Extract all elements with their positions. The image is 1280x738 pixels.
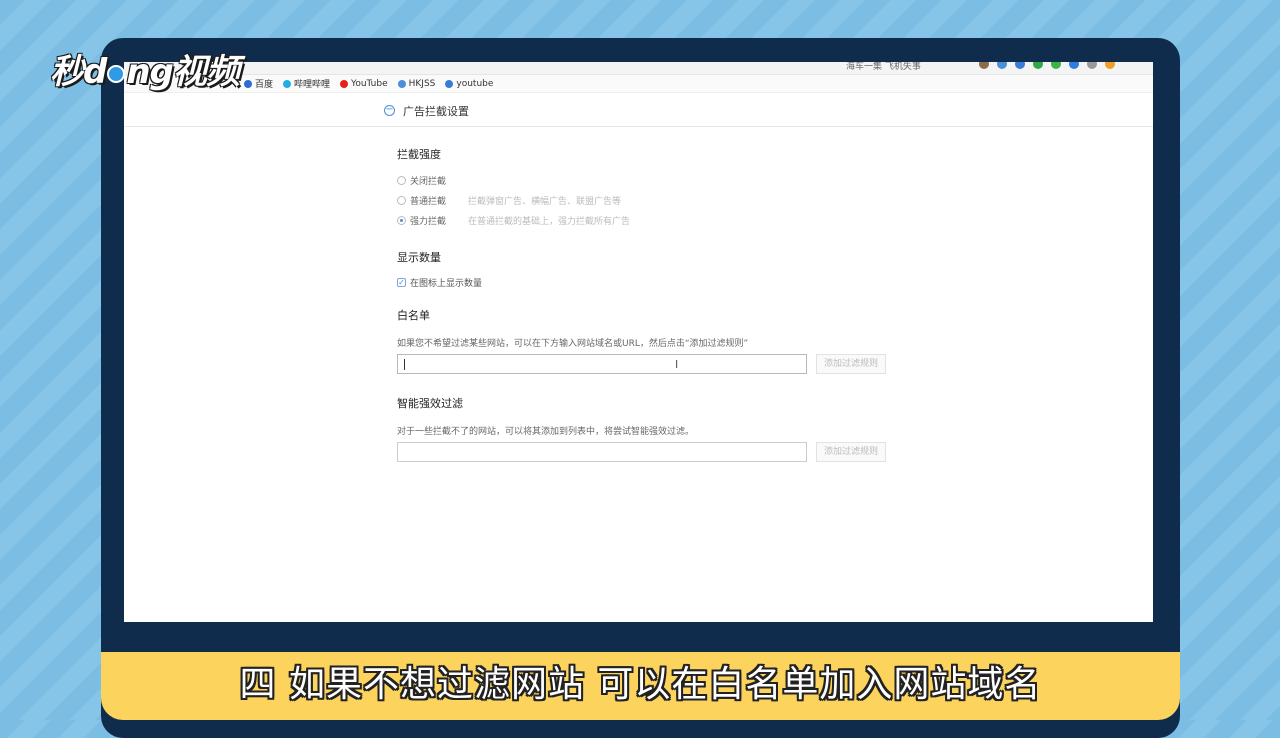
bookmark-label: 哔哩哔哩 [294, 80, 331, 90]
option-label: 普通拦截 [410, 197, 447, 207]
show-count-option[interactable]: ✓ 在图标上显示数量 [397, 276, 482, 289]
extension-icon[interactable] [1051, 62, 1061, 69]
option-desc: 在普通拦截的基础上，强力拦截所有广告 [468, 217, 631, 227]
bookmark-label: YouTube [351, 78, 388, 89]
whitelist-input[interactable] [397, 354, 807, 374]
bookmark-item[interactable]: YouTube [340, 79, 388, 89]
menu-icon[interactable] [1087, 62, 1097, 69]
strength-heading: 拦截强度 [397, 148, 441, 161]
bookmarks-bar: 百度 哔哩哔哩 YouTube HKJSS youtube [124, 75, 1153, 93]
checkbox-checked[interactable]: ✓ [397, 278, 406, 287]
smart-filter-help: 对于一些拦截不了的网站，可以将其添加到列表中，将尝试智能强效过滤。 [397, 427, 695, 437]
count-heading: 显示数量 [397, 251, 441, 264]
pin-icon [397, 79, 406, 88]
collapse-icon[interactable]: − [384, 105, 395, 116]
youtube-icon [340, 79, 349, 88]
radio-button[interactable] [397, 176, 406, 185]
smart-filter-input[interactable] [397, 442, 807, 462]
radio-button[interactable] [397, 196, 406, 205]
bookmark-label: 百度 [255, 80, 274, 90]
bookmark-label: HKJSS [408, 78, 436, 89]
search-hint[interactable]: 海车一集 飞机失事 [846, 62, 921, 72]
smart-filter-heading: 智能强效过滤 [397, 397, 463, 410]
bookmark-label: youtube [456, 78, 494, 89]
bookmark-item[interactable]: 哔哩哔哩 [283, 77, 330, 90]
strength-option-strong[interactable]: 强力拦截 在普通拦截的基础上，强力拦截所有广告 [397, 214, 630, 227]
extension-icon[interactable] [997, 62, 1007, 69]
extension-icon[interactable] [1033, 62, 1043, 69]
smart-filter-add-button[interactable]: 添加过滤规则 [816, 442, 886, 462]
play-icon [107, 64, 126, 83]
globe-icon [445, 79, 454, 88]
subtitle-text: 四 如果不想过滤网站 可以在白名单加入网站域名 [239, 664, 1042, 705]
whitelist-help: 如果您不希望过滤某些网站，可以在下方输入网站域名或URL，然后点击“添加过滤规则… [397, 339, 749, 349]
strength-option-off[interactable]: 关闭拦截 [397, 174, 468, 187]
option-label: 关闭拦截 [410, 177, 447, 187]
extension-icons [979, 62, 1115, 69]
settings-header: − 广告拦截设置 [124, 94, 1153, 127]
browser-screen: 海车一集 飞机失事 百度 哔哩哔哩 YouTube HKJSS youtube … [124, 62, 1153, 622]
subtitle-bar: 四 如果不想过滤网站 可以在白名单加入网站域名 [101, 652, 1180, 720]
whitelist-add-button[interactable]: 添加过滤规则 [816, 354, 886, 374]
notification-icon[interactable] [1105, 62, 1115, 69]
page-title: 广告拦截设置 [403, 105, 469, 118]
text-caret [404, 359, 405, 370]
brand-logo: 秒d ng视频 [50, 52, 240, 92]
bookmark-item[interactable]: youtube [445, 79, 493, 89]
avatar-icon[interactable] [979, 62, 989, 69]
bookmark-item[interactable]: 百度 [244, 77, 273, 90]
checkbox-label: 在图标上显示数量 [410, 279, 483, 289]
mouse-cursor-icon: I [675, 358, 679, 371]
whitelist-heading: 白名单 [397, 309, 430, 322]
extension-icon[interactable] [1015, 62, 1025, 69]
browser-toolbar: 海车一集 飞机失事 [124, 62, 1153, 75]
search-icon[interactable] [1069, 62, 1079, 69]
option-label: 强力拦截 [410, 217, 447, 227]
radio-button-selected[interactable] [397, 216, 406, 225]
bookmark-item[interactable]: HKJSS [397, 78, 436, 89]
option-desc: 拦截弹窗广告、横幅广告、联盟广告等 [468, 197, 622, 207]
bilibili-icon [283, 79, 292, 88]
baidu-icon [244, 79, 252, 88]
strength-option-normal[interactable]: 普通拦截 拦截弹窗广告、横幅广告、联盟广告等 [397, 194, 621, 207]
